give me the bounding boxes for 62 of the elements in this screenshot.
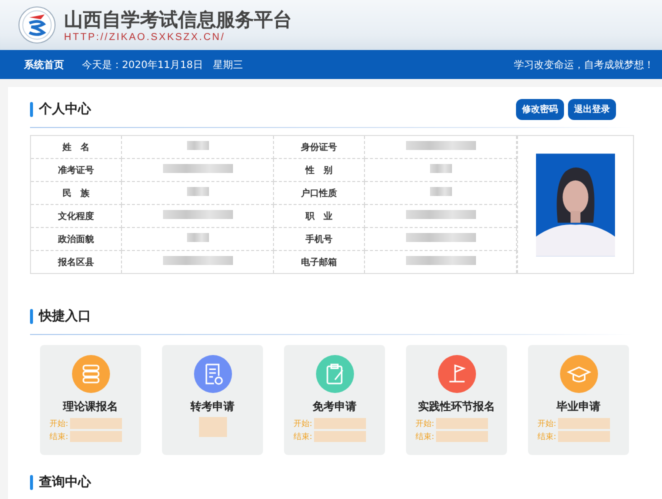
redacted-value bbox=[70, 418, 122, 429]
redacted-value bbox=[162, 256, 233, 265]
shortcut-card[interactable]: 理论课报名 开始: 结束: bbox=[40, 345, 141, 455]
redacted-value bbox=[406, 233, 476, 242]
action-button[interactable]: 修改密码 bbox=[516, 98, 564, 120]
shortcut-card[interactable]: 毕业申请 开始: 结束: bbox=[528, 345, 629, 455]
field-label: 手机号 bbox=[273, 228, 365, 250]
field-label: 身份证号 bbox=[273, 136, 365, 158]
end-label: 结束: bbox=[416, 431, 434, 442]
redacted-value bbox=[198, 417, 226, 437]
start-label: 开始: bbox=[416, 418, 434, 429]
card-label: 实践性环节报名 bbox=[418, 399, 495, 414]
site-url: HTTP://ZIKAO.SXKSZX.CN/ bbox=[64, 32, 226, 42]
redacted-value bbox=[436, 418, 488, 429]
section-title: 个人中心 bbox=[39, 100, 91, 118]
redacted-value bbox=[70, 431, 122, 442]
field-label: 职 业 bbox=[273, 204, 365, 228]
weekday-text: 星期三 bbox=[212, 58, 243, 72]
card-label: 免考申请 bbox=[312, 399, 356, 414]
card-label: 毕业申请 bbox=[556, 399, 600, 414]
start-label: 开始: bbox=[50, 418, 68, 429]
section-title: 查询中心 bbox=[39, 474, 91, 491]
shortcut-card[interactable]: 实践性环节报名 开始: 结束: bbox=[406, 345, 507, 455]
slogan-text: 学习改变命运，自考成就梦想！ bbox=[514, 58, 654, 72]
end-label: 结束: bbox=[50, 431, 68, 442]
redacted-value bbox=[186, 187, 209, 196]
redacted-value bbox=[558, 431, 610, 442]
redacted-value bbox=[430, 164, 452, 173]
action-button[interactable]: 退出登录 bbox=[568, 98, 616, 120]
end-label: 结束: bbox=[294, 431, 312, 442]
shortcut-card[interactable]: 免考申请 开始: 结束: bbox=[284, 345, 385, 455]
field-label: 姓 名 bbox=[31, 136, 122, 158]
section-title: 快捷入口 bbox=[39, 308, 91, 325]
field-label: 文化程度 bbox=[31, 204, 122, 228]
redacted-value bbox=[406, 210, 476, 219]
redacted-value bbox=[314, 418, 366, 429]
field-label: 民 族 bbox=[31, 182, 122, 204]
end-label: 结束: bbox=[538, 431, 556, 442]
site-title: 山西自学考试信息服务平台 bbox=[64, 8, 292, 32]
start-label: 开始: bbox=[294, 418, 312, 429]
date-text: 今天是：2020年11月18日 bbox=[82, 58, 203, 72]
logo-icon bbox=[18, 6, 56, 44]
shortcut-card[interactable]: 转考申请 bbox=[162, 345, 263, 455]
field-label: 政治面貌 bbox=[31, 228, 122, 250]
home-link[interactable]: 系统首页 bbox=[24, 58, 64, 72]
start-label: 开始: bbox=[538, 418, 556, 429]
redacted-value bbox=[406, 256, 476, 265]
field-label: 准考证号 bbox=[31, 158, 122, 182]
card-label: 理论课报名 bbox=[63, 399, 118, 414]
redacted-value bbox=[314, 431, 366, 442]
redacted-value bbox=[436, 431, 488, 442]
field-label: 户口性质 bbox=[273, 182, 365, 204]
redacted-value bbox=[558, 418, 610, 429]
redacted-value bbox=[162, 164, 233, 173]
redacted-value bbox=[430, 187, 452, 196]
redacted-value bbox=[406, 141, 476, 150]
field-label: 报名区县 bbox=[31, 250, 122, 273]
card-label: 转考申请 bbox=[190, 399, 234, 414]
redacted-value bbox=[186, 141, 209, 150]
redacted-value bbox=[186, 233, 209, 242]
field-label: 性 别 bbox=[273, 158, 365, 182]
redacted-value bbox=[162, 210, 233, 219]
